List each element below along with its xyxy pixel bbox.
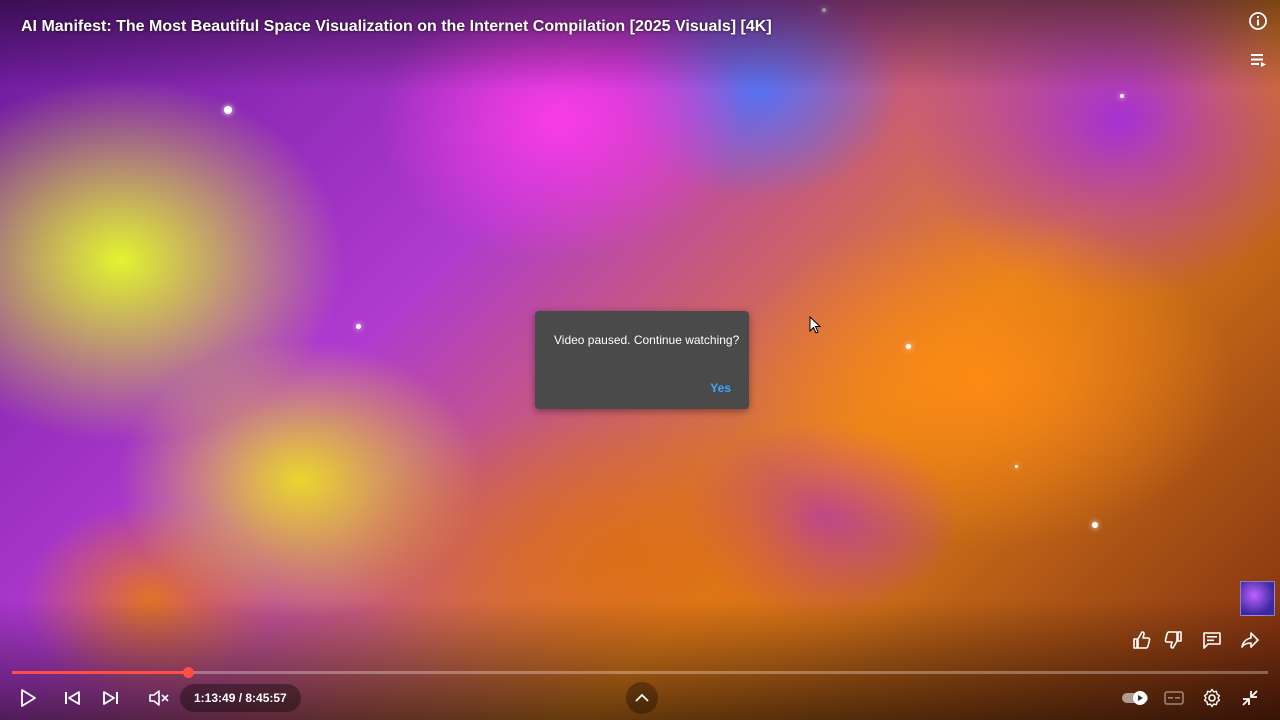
star [1120,94,1124,98]
settings-button[interactable] [1198,684,1226,712]
comment-icon[interactable] [1199,627,1225,653]
star [1015,465,1018,468]
continue-watching-dialog: Video paused. Continue watching? Yes [535,311,749,409]
star [224,106,232,114]
autoplay-toggle[interactable] [1120,684,1150,712]
info-icon[interactable] [1245,8,1271,34]
mouse-cursor-icon [809,315,822,339]
captions-button[interactable] [1160,684,1188,712]
dialog-message: Video paused. Continue watching? [554,333,740,347]
mute-button[interactable] [145,684,173,712]
yes-button[interactable]: Yes [710,381,731,395]
chevron-up-icon[interactable] [626,682,658,714]
exit-fullscreen-button[interactable] [1236,684,1264,712]
progress-bar[interactable] [12,667,1268,678]
share-icon[interactable] [1237,627,1263,653]
star [1092,522,1098,528]
star [356,324,361,329]
queue-icon[interactable] [1245,47,1271,73]
time-display: 1:13:49 / 8:45:57 [180,684,301,712]
thumbs-up-icon[interactable] [1128,627,1154,653]
thumbs-down-icon[interactable] [1161,627,1187,653]
star [906,344,911,349]
video-title[interactable]: AI Manifest: The Most Beautiful Space Vi… [21,18,772,36]
channel-thumbnail[interactable] [1240,581,1275,616]
play-button[interactable] [14,684,42,712]
progress-played [12,671,188,674]
top-gradient [0,0,1280,90]
previous-button[interactable] [58,684,86,712]
next-button[interactable] [97,684,125,712]
progress-scrubber[interactable] [182,667,194,678]
